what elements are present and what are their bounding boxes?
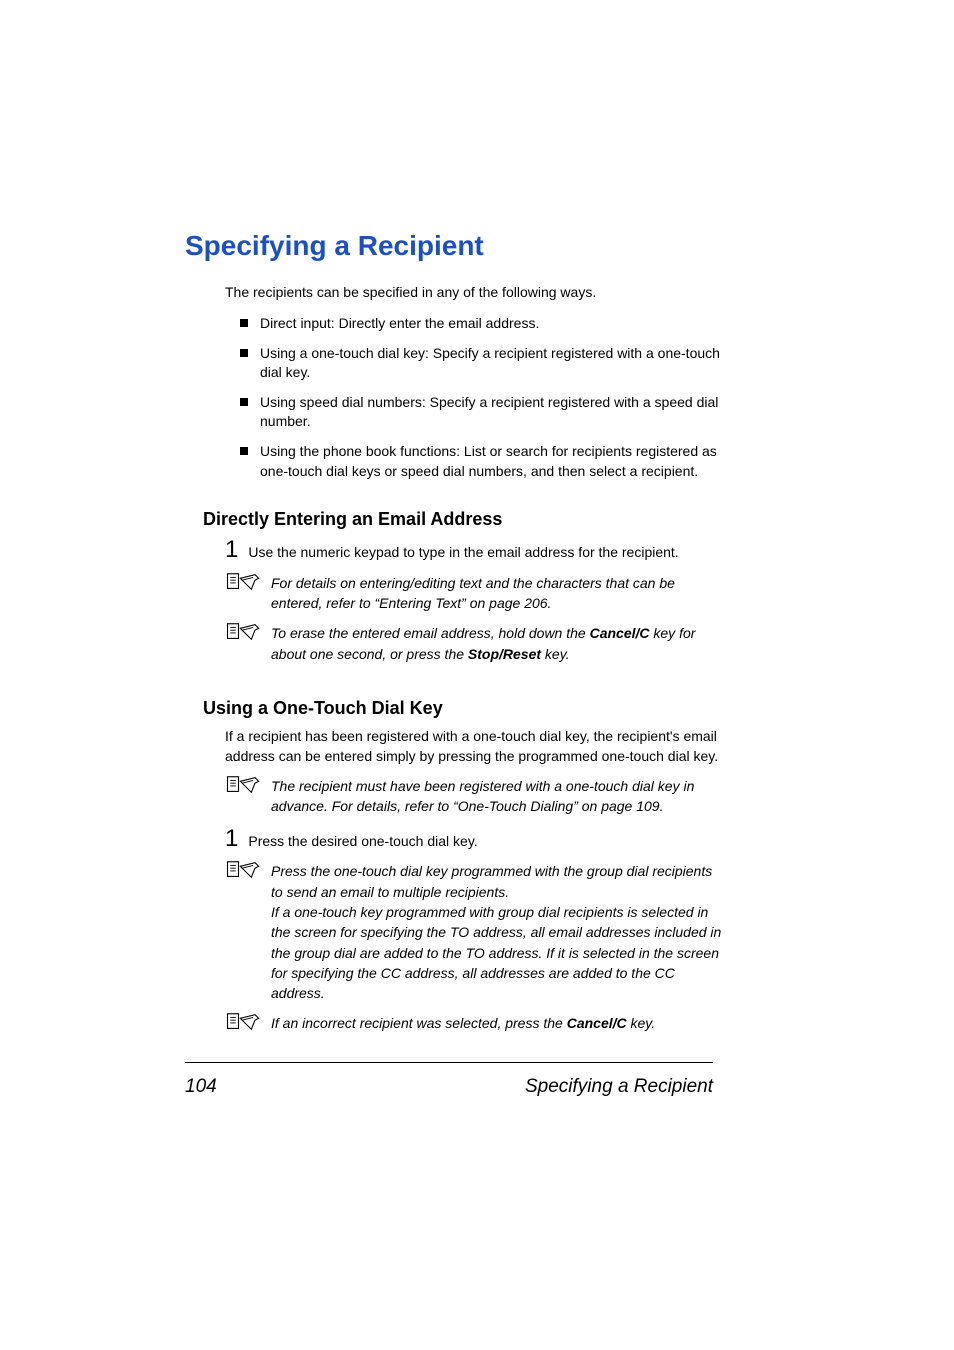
note-icon <box>225 571 263 598</box>
note-row: The recipient must have been registered … <box>225 776 725 817</box>
note-row: For details on entering/editing text and… <box>225 573 725 614</box>
note-text: If an incorrect recipient was selected, … <box>271 1013 725 1033</box>
note-bold-key: Stop/Reset <box>468 646 541 662</box>
list-item: Direct input: Directly enter the email a… <box>240 314 725 334</box>
note-icon <box>225 1011 263 1038</box>
note-row: To erase the entered email address, hold… <box>225 623 725 664</box>
note-text: To erase the entered email address, hold… <box>271 623 725 664</box>
note-text-part: key. <box>627 1015 656 1031</box>
note-icon <box>225 774 263 801</box>
note-icon <box>225 859 263 886</box>
body-paragraph: If a recipient has been registered with … <box>225 727 725 766</box>
list-item: Using a one-touch dial key: Specify a re… <box>240 344 725 383</box>
note-text-part: If an incorrect recipient was selected, … <box>271 1015 567 1031</box>
bullet-list: Direct input: Directly enter the email a… <box>240 314 725 481</box>
note-text: Press the one-touch dial key programmed … <box>271 861 725 1003</box>
note-text-part: To erase the entered email address, hold… <box>271 625 590 641</box>
step-row: 1 Press the desired one-touch dial key. <box>225 827 725 852</box>
step-row: 1 Use the numeric keypad to type in the … <box>225 538 725 563</box>
note-bold-key: Cancel/C <box>590 625 650 641</box>
section-heading-onetouch: Using a One-Touch Dial Key <box>203 698 725 719</box>
note-text: The recipient must have been registered … <box>271 776 725 817</box>
footer: 104 Specifying a Recipient <box>185 1076 713 1098</box>
bullet-text: Using a one-touch dial key: Specify a re… <box>260 344 725 383</box>
footer-divider <box>185 1062 713 1063</box>
note-bold-key: Cancel/C <box>567 1015 627 1031</box>
page-content: Specifying a Recipient The recipients ca… <box>185 230 725 1048</box>
list-item: Using the phone book functions: List or … <box>240 442 725 481</box>
note-icon <box>225 621 263 648</box>
bullet-icon <box>240 319 248 327</box>
bullet-text: Using speed dial numbers: Specify a reci… <box>260 393 725 432</box>
note-row: If an incorrect recipient was selected, … <box>225 1013 725 1038</box>
list-item: Using speed dial numbers: Specify a reci… <box>240 393 725 432</box>
bullet-icon <box>240 447 248 455</box>
note-text-part: key. <box>541 646 570 662</box>
bullet-text: Direct input: Directly enter the email a… <box>260 314 725 334</box>
step-number: 1 <box>225 827 238 851</box>
step-text: Press the desired one-touch dial key. <box>248 832 477 852</box>
note-row: Press the one-touch dial key programmed … <box>225 861 725 1003</box>
footer-title: Specifying a Recipient <box>525 1076 713 1098</box>
section-heading-direct-entry: Directly Entering an Email Address <box>203 509 725 530</box>
main-heading: Specifying a Recipient <box>185 230 725 262</box>
bullet-icon <box>240 349 248 357</box>
step-number: 1 <box>225 538 238 562</box>
note-text: For details on entering/editing text and… <box>271 573 725 614</box>
bullet-text: Using the phone book functions: List or … <box>260 442 725 481</box>
page-number: 104 <box>185 1076 217 1098</box>
intro-text: The recipients can be specified in any o… <box>225 284 725 300</box>
bullet-icon <box>240 398 248 406</box>
step-text: Use the numeric keypad to type in the em… <box>248 543 678 563</box>
